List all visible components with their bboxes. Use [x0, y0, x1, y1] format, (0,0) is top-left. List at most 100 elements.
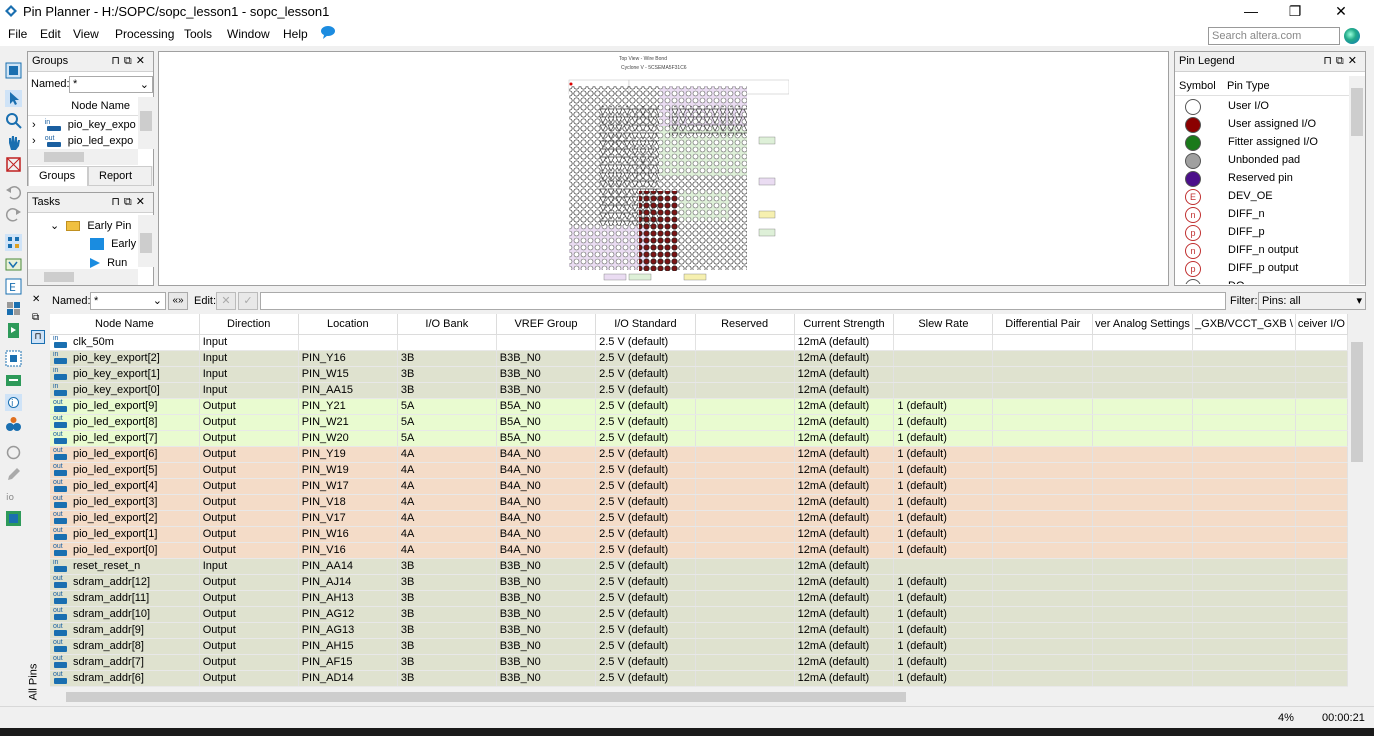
table-cell-bank[interactable]: 3B	[397, 654, 497, 671]
panel-dock-buttons[interactable]: ⊓⧉✕	[111, 195, 149, 209]
table-cell-empty[interactable]	[992, 494, 1094, 511]
table-cell-empty[interactable]	[1092, 382, 1194, 399]
table-cell-empty[interactable]	[1092, 494, 1194, 511]
package-icon[interactable]	[5, 372, 22, 389]
table-cell-slew[interactable]	[893, 558, 994, 575]
table-cell-empty[interactable]	[1295, 334, 1348, 351]
io-label-icon[interactable]: io	[5, 488, 22, 505]
menu-help[interactable]: Help	[283, 27, 308, 41]
panel-dock-buttons[interactable]: ⊓⧉✕	[1323, 54, 1361, 68]
table-cell-location[interactable]: PIN_Y21	[298, 398, 398, 415]
table-cell-direction[interactable]: Output	[199, 654, 299, 671]
table-cell-location[interactable]: PIN_V18	[298, 494, 398, 511]
table-cell-empty[interactable]	[1192, 414, 1296, 431]
table-cell-empty[interactable]	[1295, 574, 1348, 591]
close-icon[interactable]: ✕	[32, 294, 40, 305]
table-cell-slew[interactable]: 1 (default)	[893, 478, 994, 495]
table-cell-direction[interactable]: Output	[199, 638, 299, 655]
table-cell-empty[interactable]	[992, 606, 1094, 623]
table-cell-standard[interactable]: 2.5 V (default)	[595, 446, 696, 463]
groups-scrollbar-h[interactable]	[28, 149, 138, 165]
legend-scrollbar-v[interactable]	[1349, 76, 1365, 284]
table-cell-direction[interactable]: Output	[199, 590, 299, 607]
table-cell-location[interactable]: PIN_V17	[298, 510, 398, 527]
table-cell-empty[interactable]	[1192, 542, 1296, 559]
table-cell-vref[interactable]: B3B_N0	[496, 558, 597, 575]
table-row[interactable]: out pio_led_export[6] Output PIN_Y19 4A B4A_N…	[50, 446, 1348, 463]
groups-named-select[interactable]: * ⌄	[69, 76, 153, 93]
clock-region-icon[interactable]	[5, 322, 22, 339]
table-cell-location[interactable]: PIN_AF15	[298, 654, 398, 671]
table-cell-standard[interactable]: 2.5 V (default)	[595, 494, 696, 511]
table-cell-empty[interactable]	[1092, 366, 1194, 383]
table-cell-reserved[interactable]	[695, 398, 795, 415]
table-cell-location[interactable]: PIN_W19	[298, 462, 398, 479]
table-cell-empty[interactable]	[1092, 670, 1194, 687]
table-cell-vref[interactable]: B5A_N0	[496, 430, 597, 447]
table-cell-standard[interactable]: 2.5 V (default)	[595, 574, 696, 591]
menu-edit[interactable]: Edit	[40, 27, 61, 41]
tab-all-pins[interactable]: All Pins	[27, 664, 39, 701]
refresh-icon[interactable]	[5, 444, 22, 461]
table-cell-name[interactable]: in pio_key_export[0]	[50, 382, 200, 399]
table-cell-location[interactable]: PIN_W17	[298, 478, 398, 495]
maximize-button[interactable]: ❐	[1272, 0, 1318, 22]
table-cell-empty[interactable]	[1092, 462, 1194, 479]
table-cell-slew[interactable]: 1 (default)	[893, 638, 994, 655]
legend-col-symbol[interactable]: Symbol	[1179, 80, 1216, 92]
legend-col-type[interactable]: Pin Type	[1227, 80, 1270, 92]
table-cell-reserved[interactable]	[695, 654, 795, 671]
chat-bubble-icon[interactable]	[320, 25, 336, 39]
table-cell-direction[interactable]: Output	[199, 510, 299, 527]
table-cell-slew[interactable]: 1 (default)	[893, 446, 994, 463]
table-cell-standard[interactable]: 2.5 V (default)	[595, 526, 696, 543]
table-cell-bank[interactable]: 3B	[397, 350, 497, 367]
table-cell-bank[interactable]	[397, 334, 497, 351]
table-cell-location[interactable]: PIN_Y19	[298, 446, 398, 463]
column-header[interactable]: Reserved	[695, 314, 795, 335]
table-cell-empty[interactable]	[1295, 590, 1348, 607]
fit-view-icon[interactable]	[5, 156, 22, 173]
table-cell-direction[interactable]: Output	[199, 430, 299, 447]
table-cell-empty[interactable]	[1192, 558, 1296, 575]
table-cell-empty[interactable]	[1295, 430, 1348, 447]
table-row[interactable]: in pio_key_export[1] Input PIN_W15 3B B3B_N0 2…	[50, 366, 1348, 383]
expand-filter-icon[interactable]: «»	[168, 292, 188, 310]
column-header[interactable]: ceiver I/O	[1295, 314, 1348, 335]
table-cell-name[interactable]: out sdram_addr[8]	[50, 638, 200, 655]
table-cell-bank[interactable]: 3B	[397, 590, 497, 607]
table-cell-slew[interactable]	[893, 382, 994, 399]
column-header[interactable]: Direction	[199, 314, 299, 335]
table-cell-vref[interactable]: B4A_N0	[496, 478, 597, 495]
table-cell-current[interactable]: 12mA (default)	[794, 350, 895, 367]
table-cell-bank[interactable]: 4A	[397, 510, 497, 527]
table-cell-standard[interactable]: 2.5 V (default)	[595, 334, 696, 351]
table-cell-standard[interactable]: 2.5 V (default)	[595, 654, 696, 671]
zoom-icon[interactable]	[5, 112, 22, 129]
table-cell-standard[interactable]: 2.5 V (default)	[595, 510, 696, 527]
table-cell-direction[interactable]: Output	[199, 414, 299, 431]
menu-processing[interactable]: Processing	[115, 27, 174, 41]
table-cell-slew[interactable]: 1 (default)	[893, 622, 994, 639]
pin-planner-tool-icon[interactable]	[5, 62, 22, 79]
table-row[interactable]: out pio_led_export[7] Output PIN_W20 5A B5A_N…	[50, 430, 1348, 447]
table-cell-location[interactable]	[298, 334, 398, 351]
table-cell-standard[interactable]: 2.5 V (default)	[595, 398, 696, 415]
close-button[interactable]: ✕	[1318, 0, 1364, 22]
table-cell-empty[interactable]	[1295, 606, 1348, 623]
table-cell-empty[interactable]	[1192, 574, 1296, 591]
table-cell-bank[interactable]: 3B	[397, 670, 497, 687]
table-cell-vref[interactable]	[496, 334, 597, 351]
table-cell-slew[interactable]: 1 (default)	[893, 590, 994, 607]
accept-edit-icon[interactable]: ✓	[238, 292, 258, 310]
pins-named-select[interactable]: * ⌄	[90, 292, 166, 310]
table-row[interactable]: in pio_key_export[0] Input PIN_AA15 3B B3B_N0…	[50, 382, 1348, 399]
table-cell-empty[interactable]	[992, 654, 1094, 671]
table-cell-reserved[interactable]	[695, 670, 795, 687]
edit-pin-icon[interactable]	[5, 466, 22, 483]
table-cell-empty[interactable]	[1192, 590, 1296, 607]
table-cell-empty[interactable]	[1295, 558, 1348, 575]
table-cell-empty[interactable]	[1092, 350, 1194, 367]
table-row[interactable]: out pio_led_export[9] Output PIN_Y21 5A B5A_N…	[50, 398, 1348, 415]
table-cell-name[interactable]: out pio_led_export[3]	[50, 494, 200, 511]
